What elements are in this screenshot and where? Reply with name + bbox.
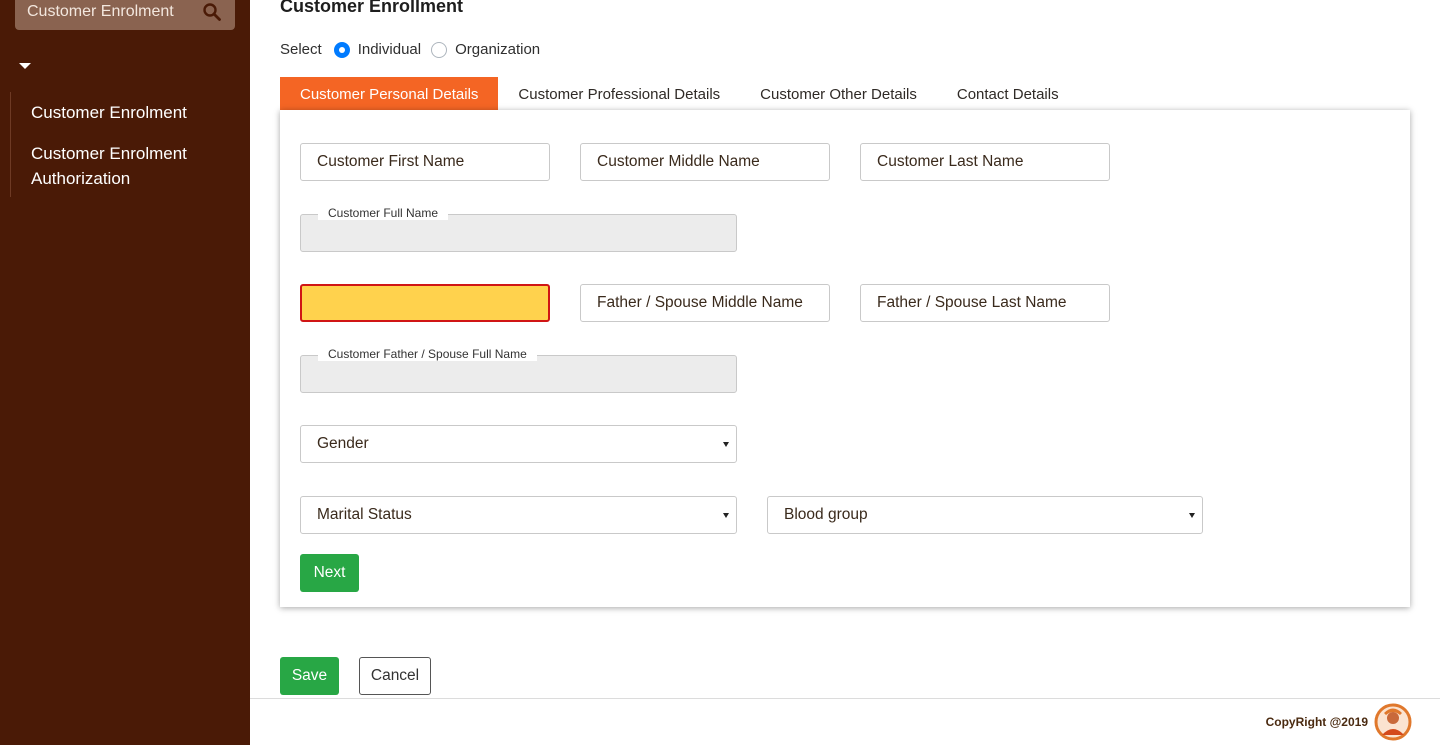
father-spouse-first-name-input[interactable] [300,284,550,322]
father-spouse-full-name-label: Customer Father / Spouse Full Name [318,347,537,361]
blood-group-select-value: Blood group [784,506,868,523]
chevron-down-icon [723,513,729,518]
chevron-down-icon [1189,513,1195,518]
save-button[interactable]: Save [280,657,339,695]
radio-individual[interactable]: Individual [333,41,422,58]
chevron-down-icon [723,442,729,447]
blood-group-select[interactable]: Blood group [767,496,1203,534]
sidebar-menu: Customer Enrolment Customer Enrolment Au… [10,92,240,197]
logo-icon [1374,701,1412,743]
sidebar-item-customer-enrolment-authorization[interactable]: Customer Enrolment Authorization [31,141,240,191]
gender-select-value: Gender [317,435,369,452]
next-button[interactable]: Next [300,554,359,592]
copyright-text: CopyRight @2019 [1265,715,1368,729]
radio-individual-indicator[interactable] [333,41,350,58]
page-title: Customer Enrollment [280,0,464,16]
gender-select[interactable]: Gender [300,425,737,463]
sidebar: Customer Enrolment Customer Enrolment Cu… [0,0,250,745]
tab-customer-professional-details[interactable]: Customer Professional Details [498,77,740,111]
tab-contact-details[interactable]: Contact Details [937,77,1079,111]
marital-status-select[interactable]: Marital Status [300,496,737,534]
tab-customer-personal-details[interactable]: Customer Personal Details [280,77,499,111]
father-spouse-middle-name-input[interactable]: Father / Spouse Middle Name [580,284,830,322]
customer-middle-name-input[interactable]: Customer Middle Name [580,143,830,181]
sidebar-search-box[interactable]: Customer Enrolment [15,0,235,30]
customer-full-name-label: Customer Full Name [318,206,449,220]
select-label: Select [280,41,322,58]
radio-organization-label: Organization [455,41,541,58]
customer-type-selector: Select Individual Organization [280,41,550,58]
personal-details-panel: Customer First Name Customer Middle Name… [280,110,1410,607]
radio-organization[interactable]: Organization [431,41,540,58]
marital-status-select-value: Marital Status [317,506,412,523]
sidebar-search-text: Customer Enrolment [27,3,174,20]
father-spouse-last-name-input[interactable]: Father / Spouse Last Name [860,284,1110,322]
tab-bar: Customer Personal Details Customer Profe… [280,77,1079,111]
tab-customer-other-details[interactable]: Customer Other Details [740,77,937,111]
radio-organization-indicator[interactable] [431,41,448,58]
customer-last-name-input[interactable]: Customer Last Name [860,143,1110,181]
radio-individual-label: Individual [357,41,422,58]
customer-first-name-input[interactable]: Customer First Name [300,143,550,181]
sidebar-item-customer-enrolment[interactable]: Customer Enrolment [31,100,240,125]
footer: CopyRight @2019 [250,698,1440,745]
caret-down-icon[interactable] [19,63,31,69]
cancel-button[interactable]: Cancel [359,657,431,695]
search-icon[interactable] [203,3,221,21]
